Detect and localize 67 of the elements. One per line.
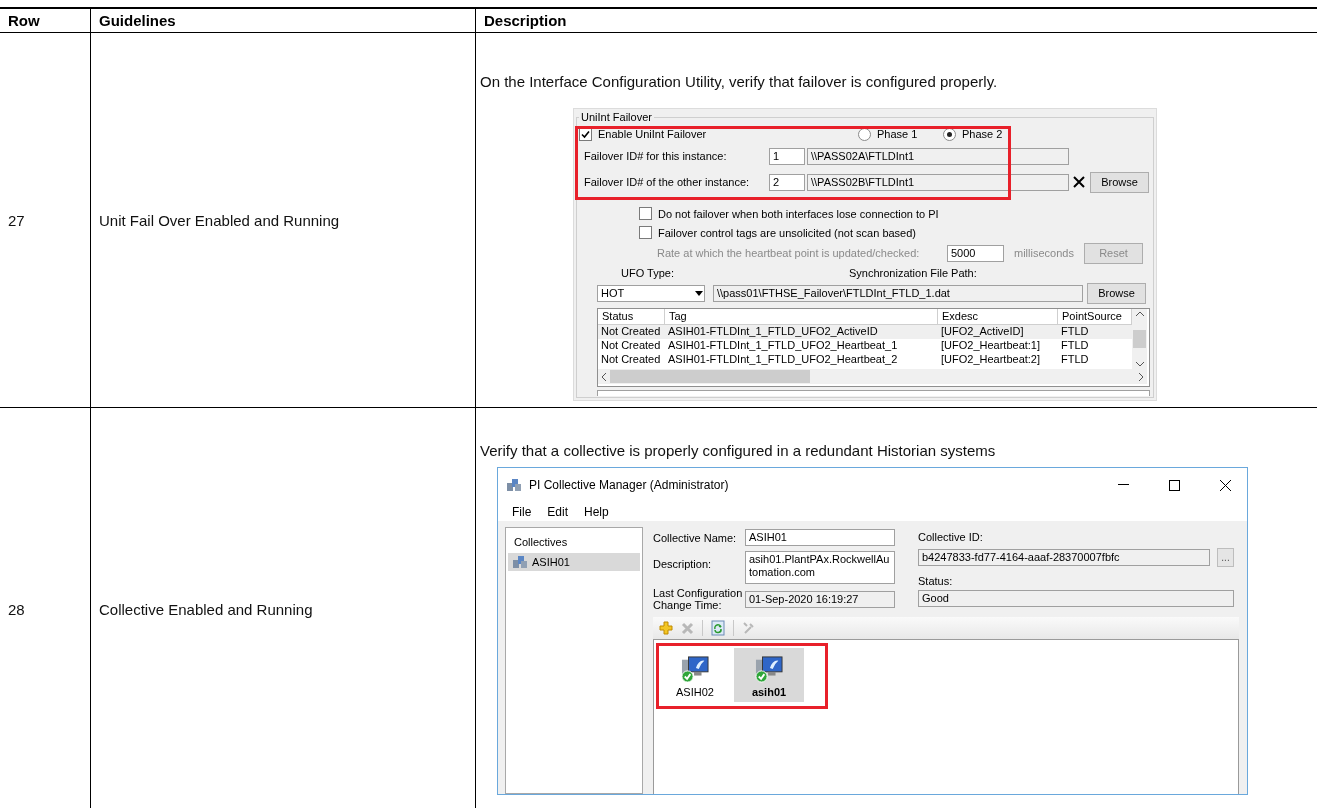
field-label: Description: [653,557,713,572]
checkbox[interactable] [639,207,652,220]
servers-icon [512,555,528,569]
refresh-icon[interactable] [711,620,725,636]
field-label: Collective Name: [653,531,738,546]
row-number: 27 [8,211,26,229]
menu-item[interactable]: File [506,504,538,519]
browse-button[interactable]: Browse [1090,171,1149,193]
field-label: Failover ID# for this instance: [584,150,728,162]
name-field[interactable]: ASIH01 [745,529,895,546]
collective-id-field: b4247833-fd77-4164-aaaf-28370007fbfc [918,548,1210,566]
column-header: Row [0,9,90,33]
menu-item[interactable]: Help [578,504,615,519]
menu-item[interactable]: Edit [541,504,575,519]
field-label: UFO Type: [621,267,675,279]
row-number: 28 [8,600,26,618]
id-field[interactable]: 1 [769,147,805,165]
description-text: Verify that a collective is properly configured in a redundant Historian systems [480,442,997,459]
rate-label: Rate at which the heartbeat point is updated/checked: [657,247,921,259]
status-field: Good [918,590,1234,607]
field-label: Failover ID# of the other instance: [584,176,751,188]
group-title: UniInt Failover [580,111,653,123]
tag-row[interactable]: Not Created ASIH01-FTLDInt_1_FTLD_UFO2_ActiveID [UFO2_ActiveID] FTLD [598,325,1132,339]
radio-label: Phase 1 [877,128,918,140]
unit-label: milliseconds [1014,247,1075,259]
radio-label: Phase 2 [962,128,1003,140]
field-label: Collective ID: [918,531,984,543]
tree-item[interactable]: ASIH01 [508,553,640,571]
caret-icon [695,290,703,296]
scroll-left-icon[interactable] [601,372,606,381]
scroll-right-icon[interactable] [1139,372,1144,381]
description-text: On the Interface Configuration Utility, verify that failover is configured properly. [480,73,999,90]
column-header: Description [475,9,1317,33]
plus-icon[interactable] [659,621,673,635]
checkbox-label: Failover control tags are unsolicited (not scan based) [658,226,917,239]
description-field[interactable]: asih01.PlantPAx.RockwellAutomation.com [745,551,895,584]
browse-button[interactable]: ... [1217,547,1234,567]
field-label: Synchronization File Path: [849,267,977,279]
scroll-down-icon[interactable] [1135,362,1144,367]
column-header: Guidelines [90,9,475,33]
guideline-text: Collective Enabled and Running [99,600,314,618]
scrollbar[interactable] [598,369,1147,384]
field-label: Last Configuration Change Time: [653,587,744,611]
close-icon[interactable] [1071,174,1087,190]
id-field[interactable]: 2 [769,173,805,191]
checkbox[interactable] [639,226,652,239]
field-label: Status: [918,575,954,587]
checkbox-label: Do not failover when both interfaces lose connection to PI [658,207,939,220]
tag-row[interactable]: Not Created ASIH01-FTLDInt_1_FTLD_UFO2_Heartbeat_2 [UFO2_Heartbeat:2] FTLD [598,353,1132,367]
server-item[interactable]: ASIH02 [660,648,730,702]
path-field: \\PASS02A\FTLDInt1 [807,147,1069,165]
checkbox-label: Enable UniInt Failover [598,128,708,140]
guideline-text: Unit Fail Over Enabled and Running [99,211,341,229]
time-field: 01-Sep-2020 16:19:27 [745,591,895,608]
path-field: \\PASS02B\FTLDInt1 [807,173,1069,191]
tag-row[interactable]: Not Created ASIH01-FTLDInt_1_FTLD_UFO2_Heartbeat_1 [UFO2_Heartbeat:1] FTLD [598,339,1132,353]
scrollbar[interactable] [1132,309,1147,369]
computer-check-icon [680,656,710,683]
server-item[interactable]: asih01 [734,648,804,702]
computer-check-icon [754,656,784,683]
servers-icon [506,478,522,492]
tree-header: Collectives [513,536,569,550]
sync-path-field: \\pass01\FTHSE_Failover\FTLDInt_FTLD_1.dat [713,284,1083,302]
window-title: PI Collective Manager (Administrator) [529,478,730,492]
ufo-type-dropdown[interactable]: HOT [597,284,705,302]
browse-button[interactable]: Browse [1087,282,1146,304]
scroll-up-icon[interactable] [1135,311,1144,316]
